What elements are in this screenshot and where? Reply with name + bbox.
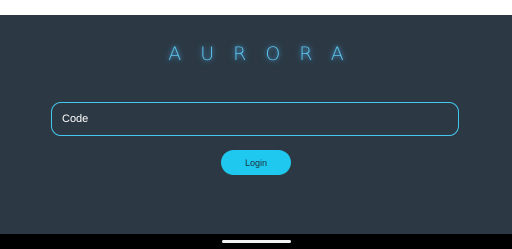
login-button[interactable]: Login (221, 150, 291, 175)
app-logo: AURORA (168, 43, 363, 65)
home-indicator[interactable] (222, 240, 291, 243)
status-bar (0, 0, 512, 15)
code-input[interactable] (51, 102, 459, 136)
